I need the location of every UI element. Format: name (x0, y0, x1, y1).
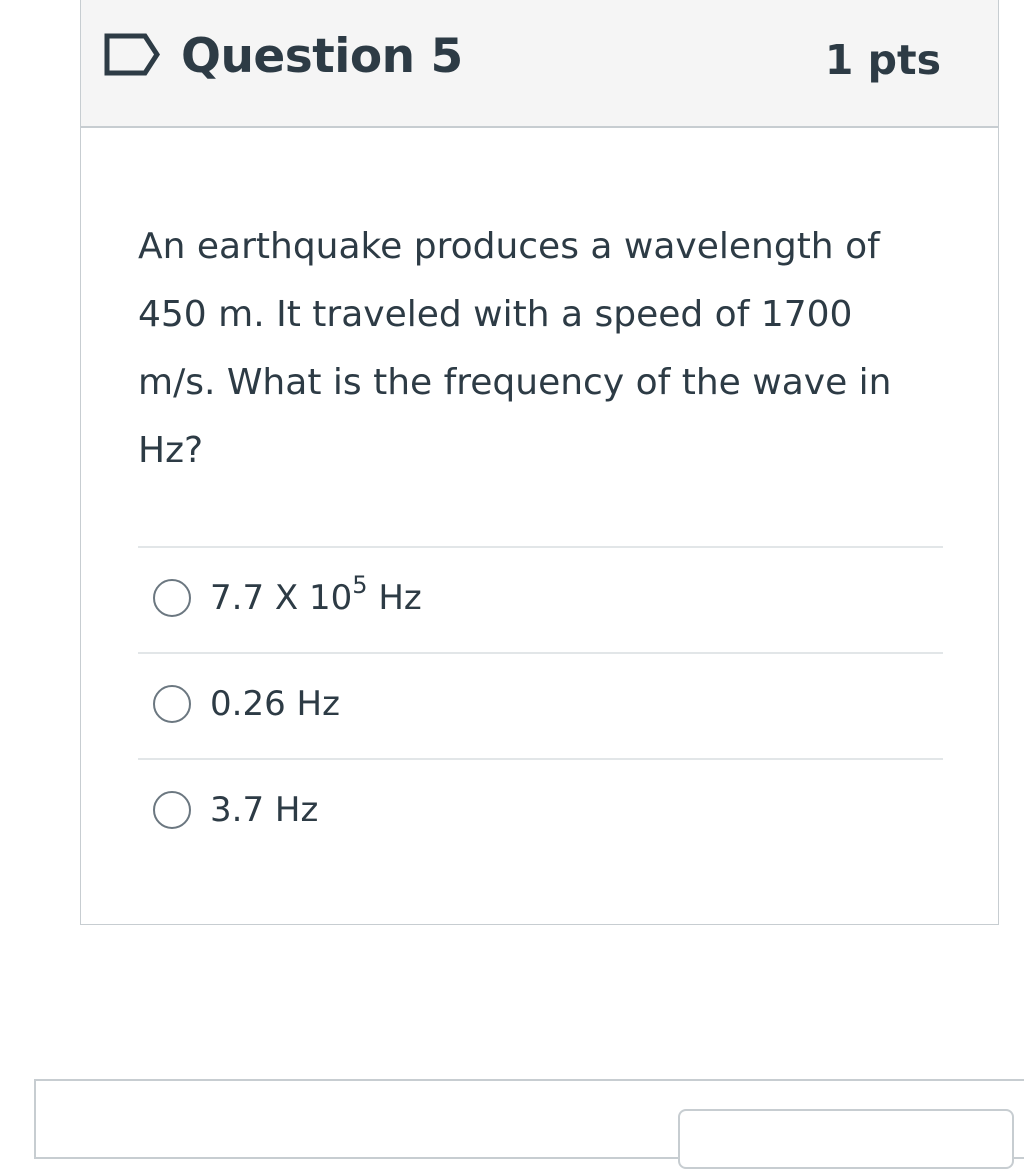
next-card-control[interactable] (678, 1109, 1014, 1169)
question-text: An earthquake produces a wavelength of 4… (138, 226, 892, 471)
question-points: 1 pts (824, 36, 941, 84)
radio-button[interactable] (153, 579, 191, 617)
question-title: Question 5 (181, 29, 463, 84)
answer-label[interactable]: 3.7 Hz (210, 785, 318, 835)
answer-label-exponent: 5 (352, 570, 368, 599)
question-card: Question 5 1 pts An earthquake produces … (80, 0, 999, 925)
answer-option-3[interactable]: 3.7 Hz (138, 758, 943, 864)
answer-label-base: 7.7 X 10 (210, 578, 353, 618)
answer-option-2[interactable]: 0.26 Hz (138, 652, 943, 758)
answer-label[interactable]: 0.26 Hz (210, 679, 340, 729)
radio-button[interactable] (153, 791, 191, 829)
answer-list: 7.7 X 105 Hz 0.26 Hz 3.7 Hz (138, 546, 943, 864)
answer-label[interactable]: 7.7 X 105 Hz (210, 573, 422, 623)
radio-button[interactable] (153, 685, 191, 723)
answer-option-1[interactable]: 7.7 X 105 Hz (138, 546, 943, 652)
question-header: Question 5 1 pts (81, 0, 998, 128)
flag-outline-icon[interactable] (103, 32, 163, 77)
answer-label-unit: Hz (367, 578, 422, 618)
